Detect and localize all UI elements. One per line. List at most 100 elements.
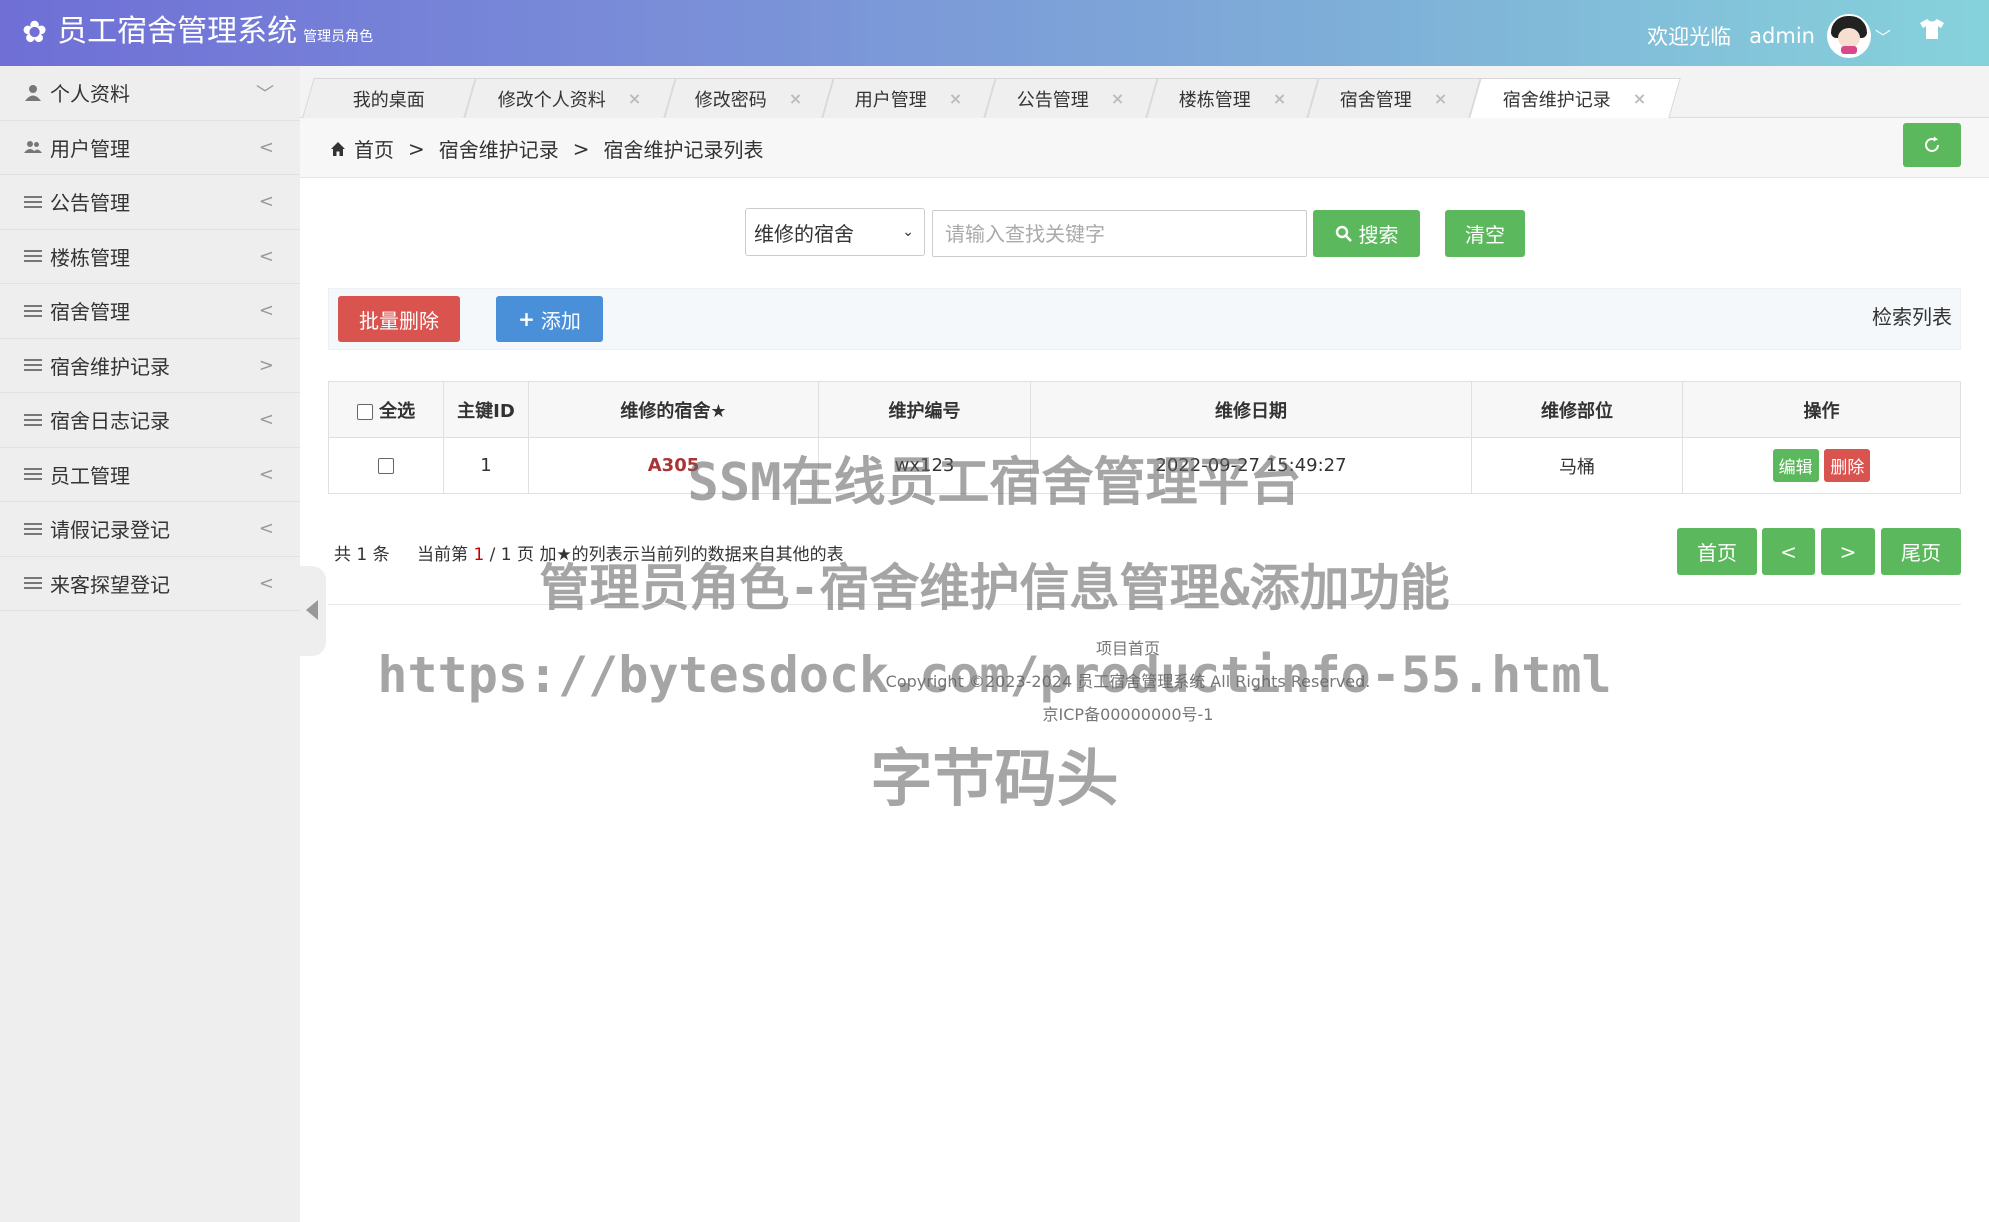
sidebar-item-arrow: < [258,136,274,158]
column-header-date: 维修日期 [1030,381,1472,438]
search-field-selected: 维修的宿舍 [754,221,854,246]
sidebar-item[interactable]: 宿舍管理 < [0,284,300,339]
breadcrumb: 首页 > 宿舍维护记录 > 宿舍维护记录列表 [330,134,764,163]
breadcrumb-level1[interactable]: 宿舍维护记录 [439,134,559,163]
sidebar-item-label: 宿舍日志记录 [50,409,170,434]
add-button[interactable]: + 添加 [496,296,603,342]
refresh-button[interactable] [1903,123,1961,167]
sidebar-item-label: 用户管理 [50,136,130,161]
home-icon [331,141,345,156]
app-logo: ✿ 员工宿舍管理系统 管理员角色 [22,14,373,50]
sidebar-item-label: 个人资料 [50,82,130,107]
plus-icon: + [518,307,535,331]
tab[interactable]: 修改个人资料 × [464,78,676,118]
sidebar-item[interactable]: 公告管理 < [0,175,300,230]
sidebar-item-label: 楼栋管理 [50,245,130,270]
select-all-header[interactable]: 全选 [328,381,444,438]
menu-lines-icon [24,411,46,429]
search-input[interactable] [932,210,1307,257]
welcome-text: 欢迎光临 [1647,25,1732,49]
watermark-subtitle: 管理员角色-宿舍维护信息管理&添加功能 [539,559,1450,617]
menu-lines-icon [24,520,46,538]
username: admin [1749,24,1815,48]
tab[interactable]: 楼栋管理 × [1146,78,1319,118]
menu-lines-icon [24,356,46,374]
clear-button-label: 清空 [1465,223,1505,247]
top-header: ✿ 员工宿舍管理系统 管理员角色 欢迎光临 admin ﹀ [0,0,1989,66]
app-title: 员工宿舍管理系统 [57,14,298,49]
tshirt-icon[interactable] [1919,18,1945,40]
column-header-part: 维修部位 [1471,381,1683,438]
tab-label: 修改密码 [695,89,768,111]
sidebar-item-arrow: < [258,518,274,540]
role-label: 管理员角色 [303,29,374,45]
sidebar-item-arrow: < [258,300,274,322]
menu-lines-icon [24,193,46,211]
search-field-select[interactable]: 维修的宿舍 ⌄ [745,208,925,256]
tab-label: 宿舍管理 [1340,89,1413,111]
close-icon[interactable]: × [1434,89,1447,108]
tab[interactable]: 修改密码 × [664,78,834,118]
menu-lines-icon [24,302,46,320]
sidebar-item[interactable]: 用户管理 < [0,121,300,175]
table-header-row: 全选 主键ID 维修的宿舍★ 维护编号 维修日期 维修部位 操作 [328,381,1961,438]
refresh-icon [1925,136,1939,152]
watermark-title: SSM在线员工宿舍管理平台 [687,453,1302,513]
search-icon [1335,225,1352,242]
menu-lines-icon [24,247,46,265]
avatar[interactable] [1826,14,1871,58]
chevron-down-icon[interactable]: ﹀ [1875,24,1891,48]
watermark-url: https://bytesdock.com/productinfo-55.htm… [377,646,1612,704]
close-icon[interactable]: × [628,89,641,108]
column-header-actions: 操作 [1682,381,1961,438]
close-icon[interactable]: × [789,89,802,108]
tab[interactable]: 宿舍维护记录 × [1469,78,1681,118]
tab-label: 楼栋管理 [1178,89,1251,111]
column-header-id: 主键ID [443,381,529,438]
sidebar-item-label: 请假记录登记 [50,518,170,543]
sidebar-item-label: 公告管理 [50,191,130,216]
close-icon[interactable]: × [949,89,962,108]
users-icon [24,139,46,155]
tab-label: 宿舍维护记录 [1503,89,1612,111]
sidebar-item-arrow: ﹀ [256,83,274,105]
sidebar-item-arrow: < [258,245,274,267]
tab[interactable]: 公告管理 × [984,78,1158,118]
column-header-dorm: 维修的宿舍★ [528,381,819,438]
add-button-label: 添加 [540,308,581,333]
gear-icon: ✿ [22,15,48,50]
user-area[interactable]: 欢迎光临 admin ﹀ [1647,14,1891,58]
search-button[interactable]: 搜索 [1313,210,1420,257]
close-icon[interactable]: × [1273,89,1286,108]
batch-delete-button[interactable]: 批量删除 [338,296,460,342]
sidebar-item[interactable]: 宿舍维护记录 > [0,339,300,393]
breadcrumb-bar: 首页 > 宿舍维护记录 > 宿舍维护记录列表 [300,118,1989,178]
breadcrumb-current: 宿舍维护记录列表 [603,138,764,162]
tab-label: 用户管理 [855,89,928,111]
user-icon [24,84,46,102]
chevron-down-icon: ⌄ [902,224,914,240]
search-button-label: 搜索 [1358,223,1399,247]
sidebar-item-label: 宿舍管理 [50,300,130,325]
close-icon[interactable]: × [1633,89,1646,108]
select-all-checkbox[interactable] [356,403,373,420]
tab[interactable]: 我的桌面 [302,78,476,118]
select-all-label: 全选 [379,400,416,422]
tab[interactable]: 宿舍管理 × [1307,78,1481,118]
batch-delete-label: 批量删除 [359,308,439,333]
tab-label: 我的桌面 [352,89,425,111]
list-title: 检索列表 [1872,305,1952,329]
tab[interactable]: 用户管理 × [822,78,996,118]
column-header-code: 维护编号 [818,381,1031,438]
breadcrumb-separator: > [572,136,590,161]
close-icon[interactable]: × [1111,89,1124,108]
tab-label: 公告管理 [1017,89,1090,111]
clear-button[interactable]: 清空 [1445,210,1525,257]
sidebar-item[interactable]: 个人资料 ﹀ [0,66,300,121]
sidebar-item[interactable]: 楼栋管理 < [0,230,300,284]
breadcrumb-home[interactable]: 首页 [354,134,394,163]
breadcrumb-separator: > [408,136,425,161]
sidebar: 个人资料 ﹀ 用户管理 < 公告管理 < 楼栋管理 < 宿舍管理 < 宿舍维护记录 > 宿舍日志记录 < 员… [0,66,300,1222]
watermark-brand: 字节码头 [870,742,1119,815]
sidebar-item-arrow: < [258,409,274,431]
